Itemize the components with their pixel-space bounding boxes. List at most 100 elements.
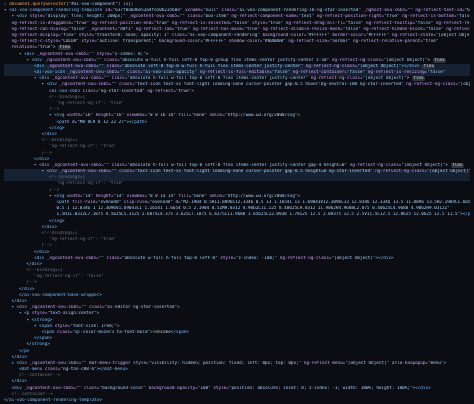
code-token: </div>	[11, 354, 28, 360]
code-token: "z-index: -100;"	[235, 255, 278, 261]
code-token: "outline: transparent;"	[96, 39, 157, 45]
code-token: _ngcontent-ovu-c665=	[67, 70, 120, 76]
code-token: </div>	[41, 224, 58, 230]
code-token: "http://www.w3.org/2000/svg"	[225, 113, 298, 119]
code-token: }-->	[41, 150, 52, 156]
code-token: <!--bindings={	[26, 268, 63, 274]
code-token: ></div>	[375, 255, 394, 261]
code-token: "637f0abd6e53a4fe50b2"	[464, 8, 470, 14]
code-token: "M8 8C9 8 12 22 27"	[77, 119, 127, 125]
code-token: "transform: none; opacity: 1"	[94, 32, 170, 38]
code-token: "true"	[174, 26, 191, 32]
code-token: xmlns=	[206, 113, 225, 119]
code-token: >	[96, 311, 100, 317]
code-token: >	[443, 360, 447, 366]
devtools-elements-panel: › document.querySelector("#ai-voo-compon…	[0, 0, 474, 403]
code-token: "false"	[272, 70, 291, 76]
code-token: <!--bindings={	[41, 138, 78, 144]
code-token: "ng-reflect-ng-if": "true"	[56, 181, 124, 187]
code-token: "ql-color-muzer3 ta-font-bold"	[72, 329, 151, 335]
flex-badge[interactable]: flex	[432, 57, 447, 63]
code-token: clip-rule=	[121, 200, 150, 205]
code-token: "COLOR"	[60, 39, 79, 45]
code-token: style=	[29, 14, 46, 20]
code-token: width=	[67, 113, 83, 119]
code-token: _ngcontent-ovu-c665=	[37, 51, 89, 57]
code-token: class=	[184, 14, 203, 20]
code-token: 0.5 1 12.8346 1 12.3096V1.69043C1 1.1654…	[56, 206, 450, 212]
code-token: "[object Object]"	[345, 360, 390, 366]
code-token: "visibility: hidden; position: fixed; le…	[148, 360, 302, 366]
code-token: }-->	[41, 243, 52, 249]
code-token: ng-reflect-ng-class=	[347, 162, 402, 168]
code-token: class=	[81, 385, 100, 391]
code-token: "display: flex; height: 208px;"	[45, 14, 126, 20]
code-token: "normal"	[329, 39, 351, 45]
code-token: _ngcontent-ovu-c665=	[52, 162, 104, 168]
code-token: "ng-star-inserted"	[98, 88, 145, 94]
code-token: style=	[130, 360, 149, 366]
code-token: <!--bindings={	[49, 175, 86, 181]
code-token: "ng-reflect-ng-if": "true"	[56, 101, 124, 106]
code-token: "ai-voo-component-rendering"	[187, 32, 260, 38]
code-token: style=	[94, 51, 113, 57]
code-token: class=	[103, 63, 122, 69]
code-token: >	[406, 76, 412, 82]
flex-badge[interactable]: flex	[450, 162, 464, 168]
code-token: class=	[86, 305, 105, 311]
code-token: style=	[210, 385, 229, 391]
code-token: _ngcontent-ovu-c665=	[24, 385, 77, 391]
code-token: "false"	[345, 20, 364, 26]
code-token: "absolute h-full w-full top-0 left-0 fle…	[127, 76, 309, 82]
code-token: "none"	[191, 193, 207, 199]
code-token: </div>	[19, 286, 35, 292]
code-token: </div>	[11, 379, 28, 385]
code-token: _ngcontent-ovu-c665=	[46, 63, 99, 69]
code-token: </div>	[34, 249, 50, 255]
code-token: "false"	[415, 20, 434, 26]
code-token: class=	[116, 82, 135, 88]
code-token: "text"	[298, 14, 315, 20]
flex-badge[interactable]: flex	[58, 45, 72, 51]
flex-badge[interactable]: flex	[411, 76, 426, 82]
code-token: ng-reflect-disable-resize-mask=	[259, 26, 343, 32]
code-token: height=	[93, 113, 114, 119]
code-token: _nghost-ovu-c665=	[361, 8, 408, 14]
code-token: <ai-voo-c665	[49, 88, 83, 94]
flex-badge[interactable]: flex	[422, 63, 436, 69]
code-token: background-color=	[156, 39, 203, 45]
code-token: 1.5H11.0312L7.1875 4.5625L5.3125 2.6875L…	[56, 212, 461, 218]
code-token: "#FFFFFF"	[365, 32, 390, 38]
code-token: ></path>	[126, 119, 148, 125]
code-token: "[object Object]"	[362, 76, 407, 82]
code-token: "background-color"	[99, 385, 147, 391]
code-token: ng-reflect-relative-parent=	[350, 39, 423, 45]
code-token: "text-align:center"	[47, 311, 97, 317]
code-token: "false"	[456, 14, 470, 20]
code-token: <path	[56, 200, 73, 205]
code-token: </p>	[19, 348, 30, 354]
code-token: >	[191, 88, 194, 94]
dom-tree: › document.querySelector("#ai-voo-compon…	[4, 2, 470, 404]
code-token: "ai-voo-icon-opacity"	[142, 70, 198, 76]
code-token: </div>	[11, 299, 28, 304]
code-token: ai-voo-component	[73, 2, 116, 7]
code-token: ng-reflect-menu=	[301, 360, 346, 366]
code-token: >	[427, 57, 433, 63]
code-token: "text-icon text-xs font-light leading-no…	[134, 82, 404, 88]
dom-node-line[interactable]: </ai-voo-component-rendering-template>	[4, 398, 470, 404]
code-token: "evenodd"	[97, 200, 122, 205]
code-token: style=	[76, 32, 95, 38]
code-token: "true"	[153, 20, 170, 26]
code-token: ") [1];	[115, 2, 134, 7]
code-token: "0 0 14 14"	[147, 193, 176, 199]
code-token: ▾ <div	[19, 51, 38, 57]
code-token: mat-menu-trigger	[86, 360, 131, 366]
code-token: "16"	[82, 113, 93, 119]
code-token: xmlns=	[206, 193, 225, 199]
code-token: "14"	[113, 193, 125, 199]
code-token: "100"	[197, 385, 211, 391]
code-token: "true"	[422, 39, 439, 45]
code-token: "#FFFFFF"	[202, 39, 227, 45]
code-token: "[object Object]"	[357, 63, 402, 69]
